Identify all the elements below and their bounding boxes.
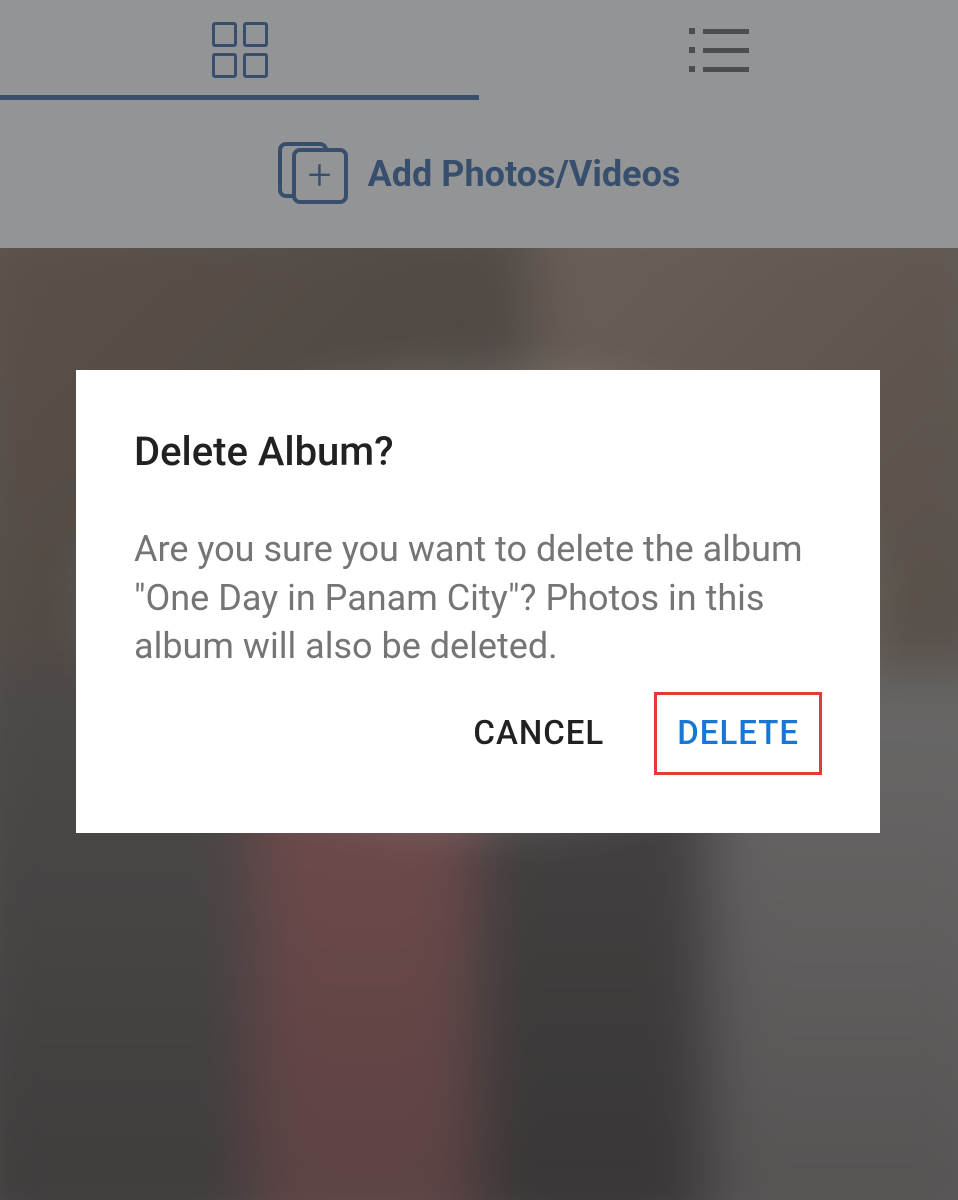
cancel-button[interactable]: CANCEL [453,692,624,775]
dialog-title: Delete Album? [134,428,822,475]
dialog-actions: CANCEL DELETE [134,692,822,775]
delete-album-dialog: Delete Album? Are you sure you want to d… [76,370,880,833]
dialog-message: Are you sure you want to delete the albu… [134,525,822,672]
delete-button[interactable]: DELETE [654,692,822,775]
